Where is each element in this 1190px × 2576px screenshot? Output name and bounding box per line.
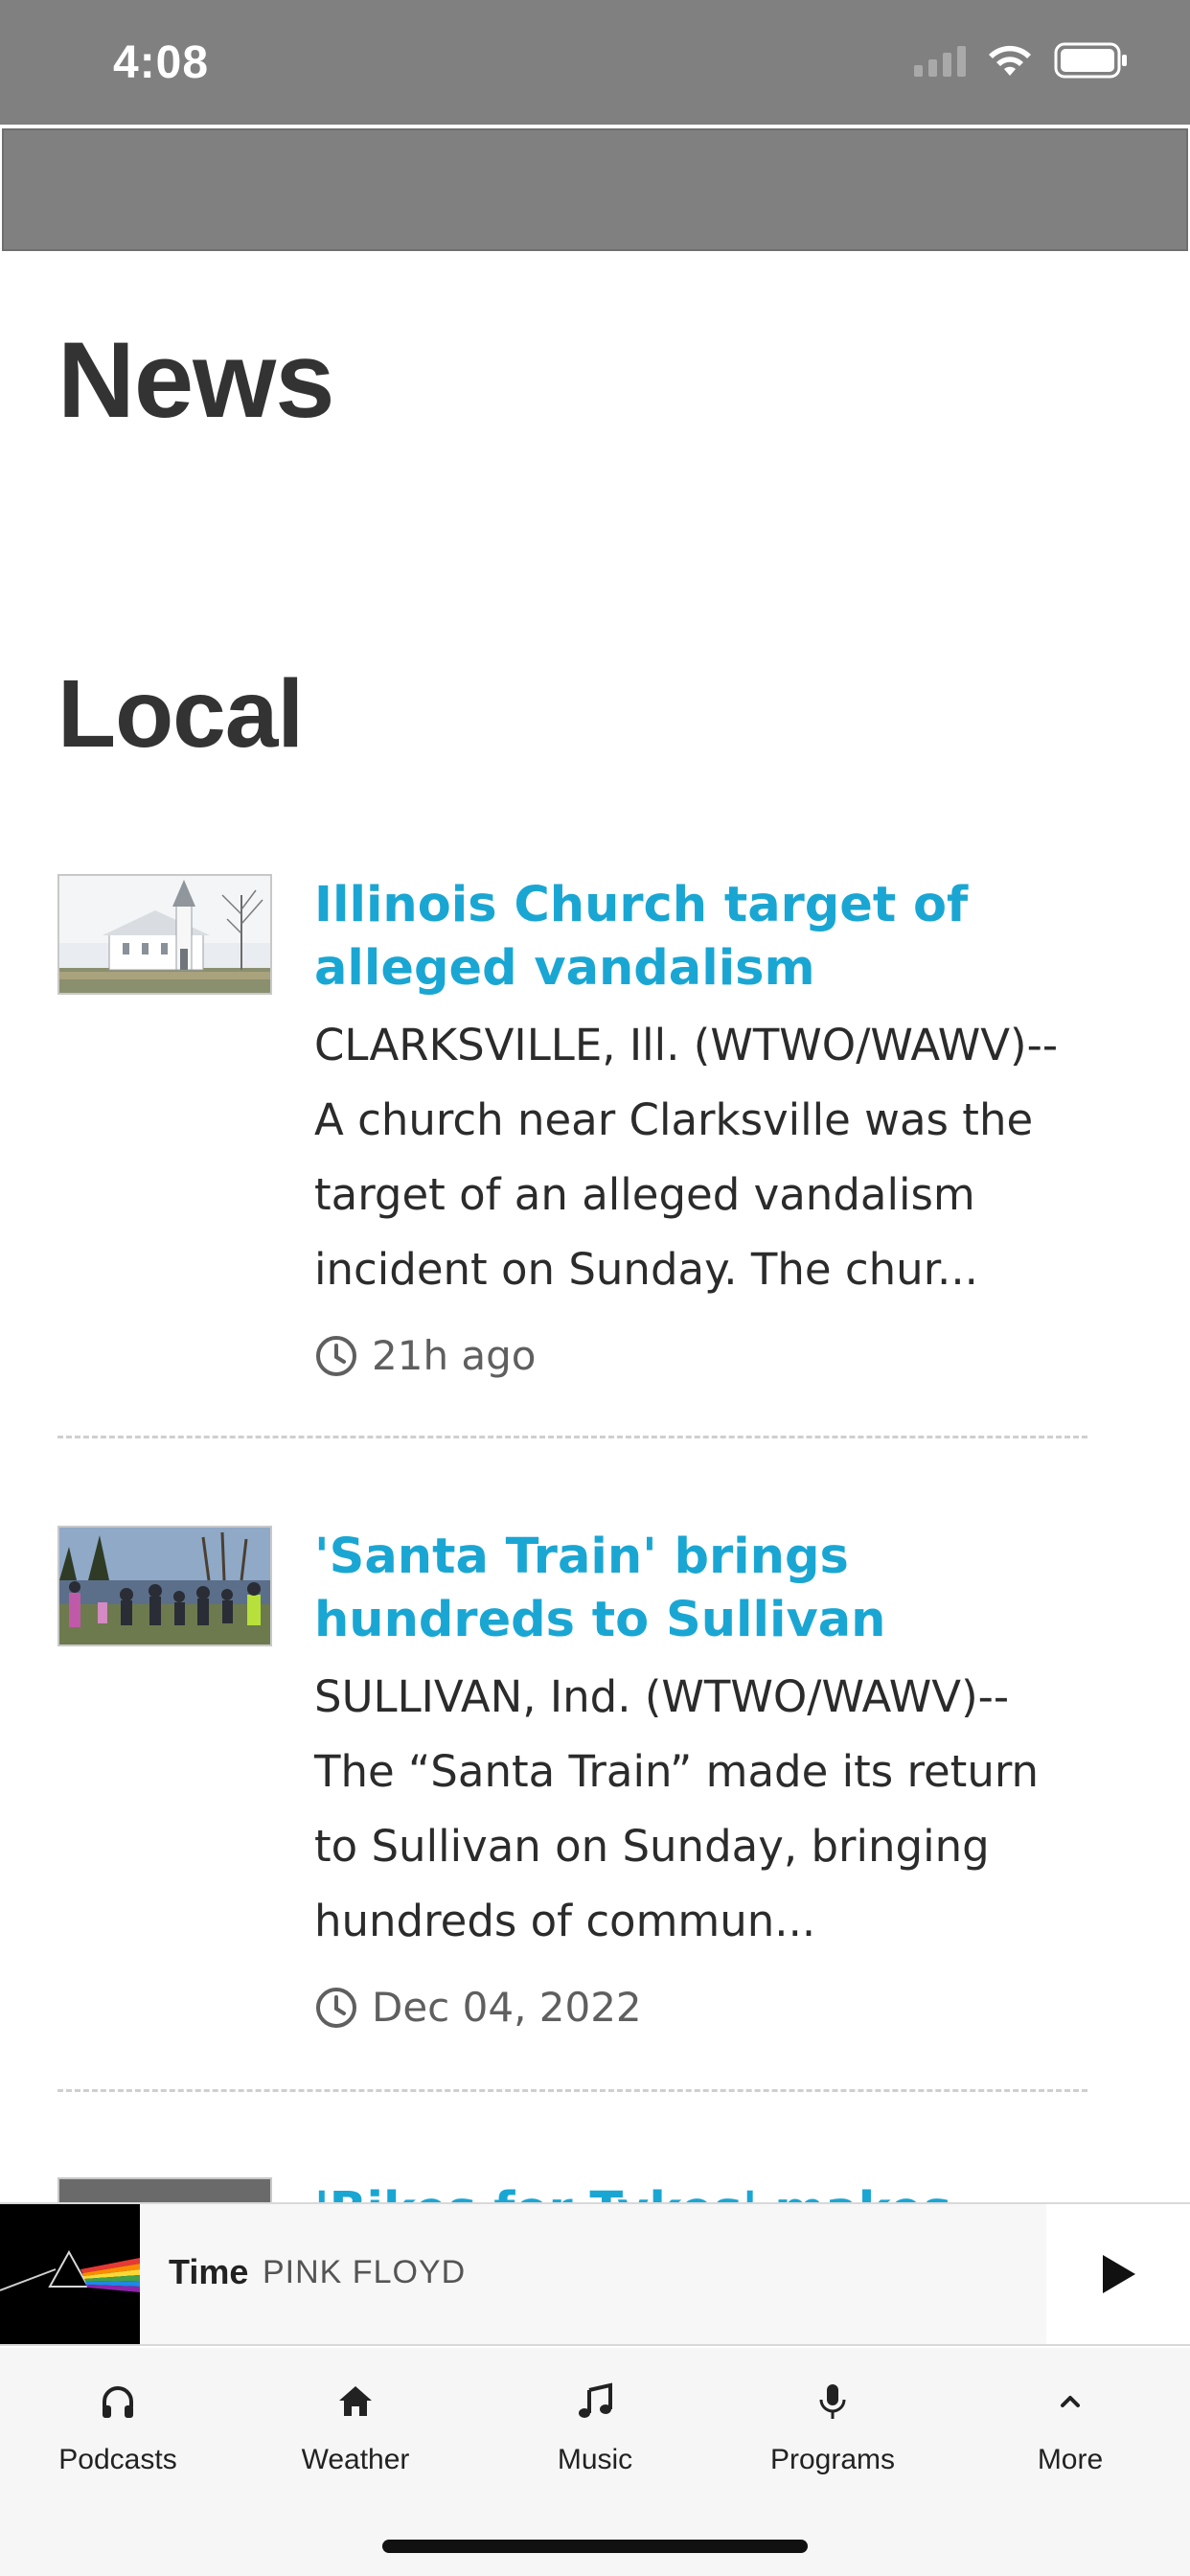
article-headline[interactable]: Illinois Church target of alleged vandal… (314, 874, 1090, 1000)
music-note-icon (579, 2382, 612, 2418)
app-header-bar (2, 128, 1188, 251)
nav-label: More (1037, 2444, 1104, 2475)
microphone-icon (819, 2384, 846, 2419)
status-time: 4:08 (113, 37, 210, 88)
article-summary: CLARKSVILLE, Ill. (WTWO/WAWV)-- A church… (314, 1020, 1059, 1295)
article-headline[interactable]: 'Santa Train' brings hundreds to Sulliva… (314, 1526, 1090, 1652)
mini-player[interactable]: Time PINK FLOYD (0, 2202, 1190, 2346)
article-thumbnail-santa-train[interactable] (57, 1526, 272, 1646)
home-indicator[interactable] (382, 2540, 808, 2553)
article-time-text: 21h ago (372, 1332, 537, 1379)
nav-item-podcasts[interactable]: Podcasts (22, 2377, 214, 2476)
wifi-icon (989, 45, 1031, 76)
clock-icon (316, 1335, 356, 1376)
nav-label: Podcasts (58, 2444, 177, 2475)
play-icon (1103, 2255, 1135, 2293)
article-card[interactable]: 'Santa Train' brings hundreds to Sulliva… (57, 1526, 1087, 2062)
nav-item-programs[interactable]: Programs (737, 2377, 928, 2476)
cellular-signal-icon (914, 44, 966, 77)
article-time-text: Dec 04, 2022 (372, 1984, 642, 2031)
status-icons (914, 42, 1129, 79)
section-title-local: Local (57, 660, 304, 768)
article-divider (57, 1436, 1087, 1438)
article-timestamp: 21h ago (314, 1332, 537, 1379)
battery-icon (1054, 42, 1127, 79)
nav-item-weather[interactable]: Weather (260, 2377, 451, 2476)
nav-label: Programs (769, 2444, 896, 2475)
article-card[interactable]: Illinois Church target of alleged vandal… (57, 874, 1087, 1411)
nav-item-more[interactable]: More (974, 2377, 1166, 2476)
clock-icon (316, 1987, 356, 2028)
headphones-icon (103, 2386, 133, 2418)
article-timestamp: Dec 04, 2022 (314, 1984, 642, 2031)
article-thumbnail-church[interactable] (57, 874, 272, 995)
status-bar: 4:08 (0, 0, 1190, 125)
nav-label: Weather (301, 2444, 410, 2475)
track-artist: PINK FLOYD (263, 2254, 467, 2290)
album-art[interactable] (0, 2204, 140, 2344)
chevron-up-icon (1061, 2396, 1080, 2407)
home-icon (339, 2386, 372, 2416)
nav-item-music[interactable]: Music (499, 2377, 691, 2476)
track-title: Time (169, 2252, 249, 2291)
article-divider (57, 2089, 1087, 2092)
article-summary: SULLIVAN, Ind. (WTWO/WAWV)-- The “Santa … (314, 1671, 1040, 1946)
nav-label: Music (557, 2444, 633, 2475)
play-button[interactable] (1046, 2204, 1190, 2344)
page-title: News (57, 320, 335, 440)
